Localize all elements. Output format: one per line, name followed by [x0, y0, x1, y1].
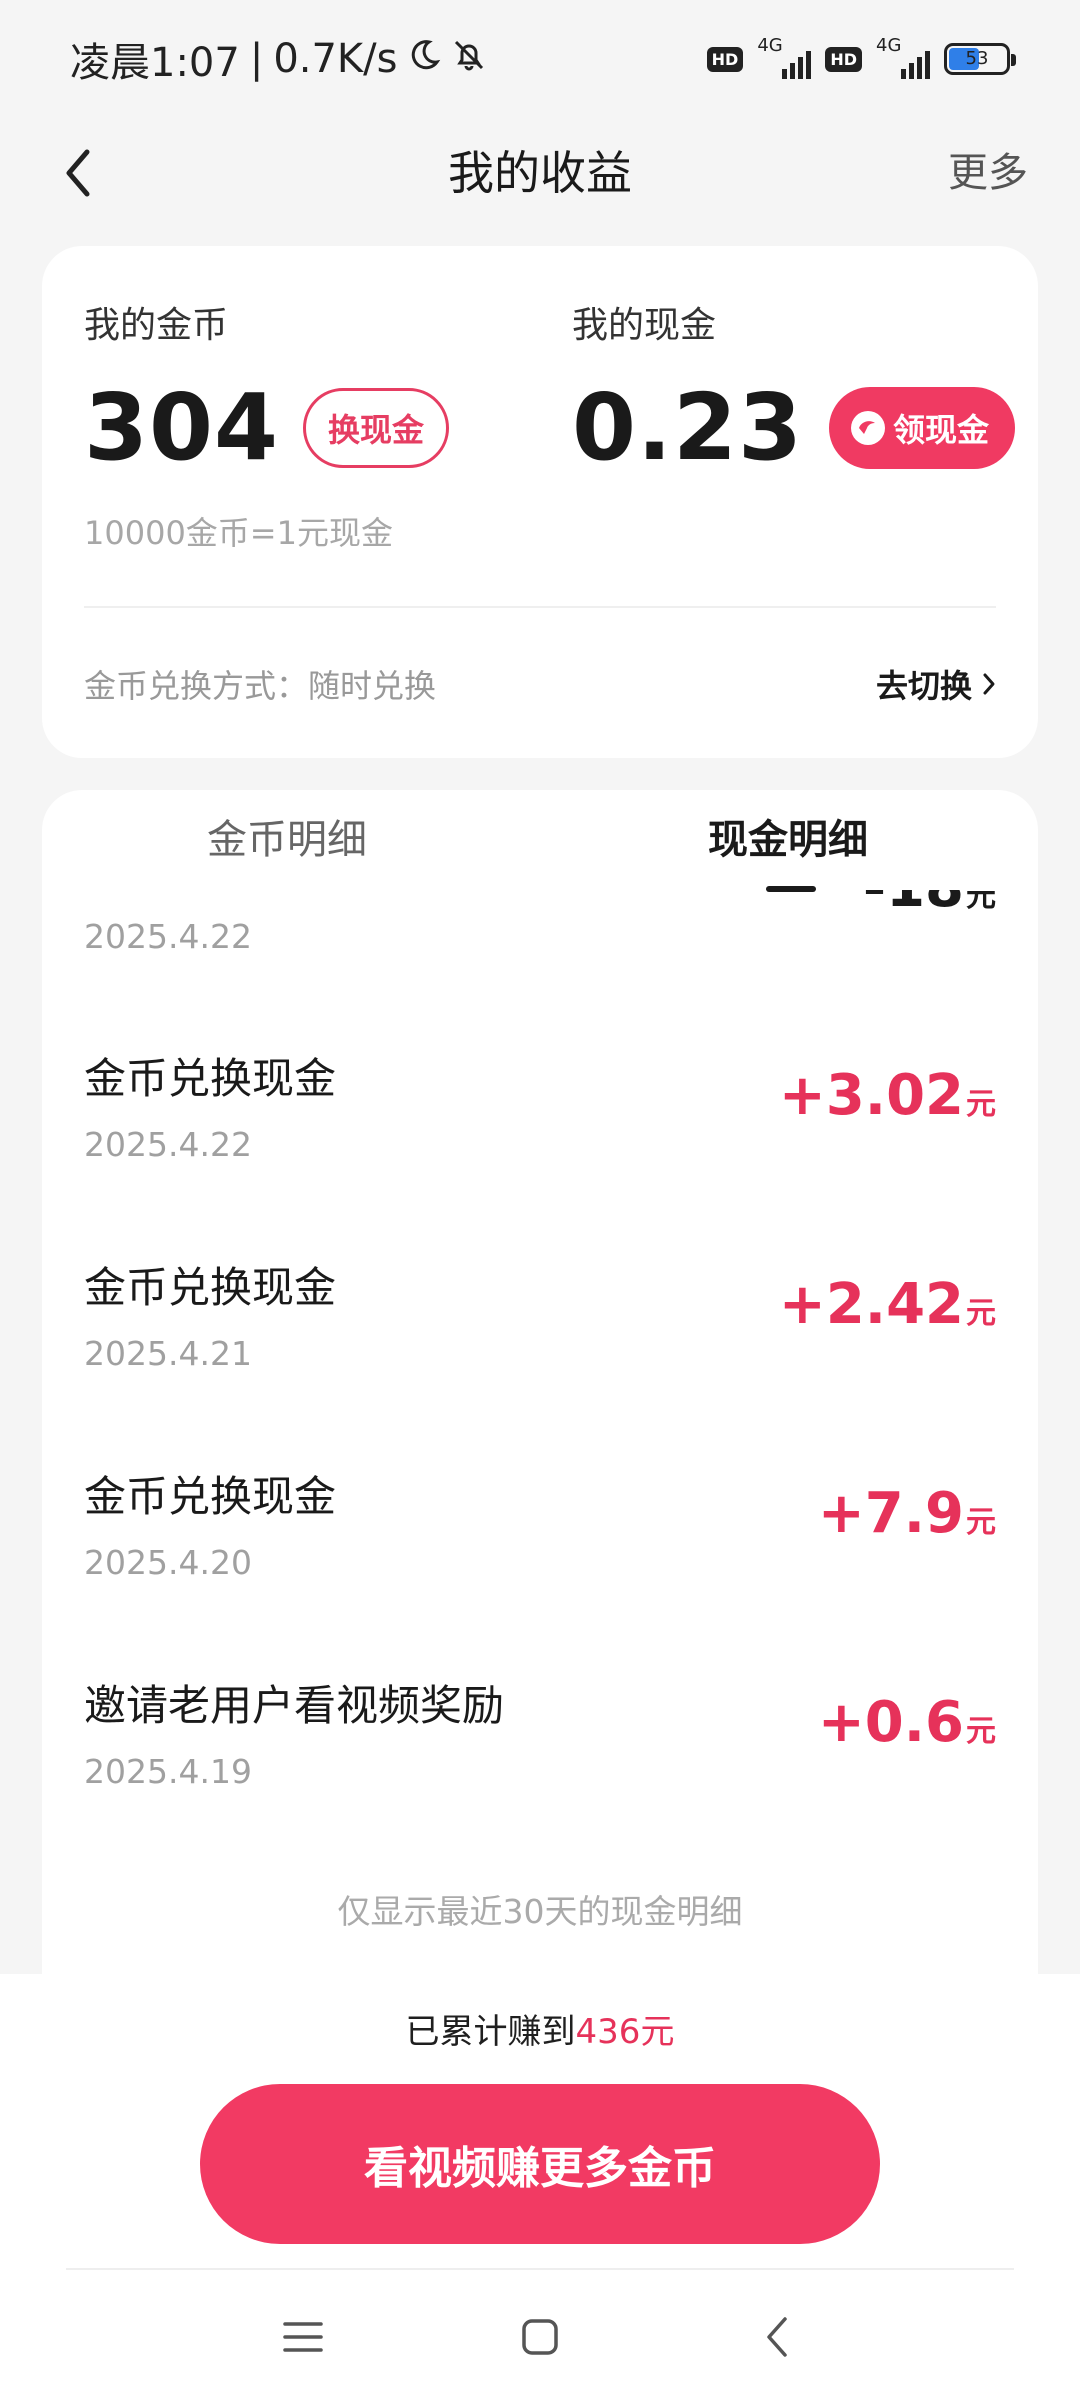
list-item: 成功领现金 2025.4.22 -18元	[42, 890, 1038, 1007]
watch-video-button[interactable]: 看视频赚更多金币	[200, 2084, 880, 2244]
list-item: 金币兑换现金 2025.4.22 +3.02 元	[42, 1005, 1038, 1215]
transaction-amount: +0.6 元	[818, 1690, 996, 1755]
detail-tabs: 金币明细 现金明细	[42, 790, 1038, 892]
amount-unit: 元	[966, 1296, 996, 1331]
chevron-right-icon	[983, 673, 995, 695]
transaction-date: 2025.4.19	[84, 1752, 252, 1791]
bell-muted-icon	[451, 37, 487, 82]
coin-section: 我的金币 304 换现金	[84, 296, 450, 481]
signal-icon: 4G	[876, 35, 930, 79]
amount-value: +7.9	[817, 1481, 964, 1546]
switch-mode-link[interactable]: 去切换	[876, 661, 996, 707]
withdraw-cash-label: 领现金	[893, 410, 990, 449]
home-button[interactable]	[505, 2302, 575, 2372]
exchange-mode-label: 金币兑换方式：随时兑换	[84, 667, 437, 705]
menu-icon	[283, 2322, 323, 2352]
transaction-list[interactable]: 成功领现金 2025.4.22 -18元 金币兑换现金 2025.4.22 +3…	[42, 890, 1038, 2010]
amount-value: -18	[863, 890, 964, 920]
top-nav: 我的收益 更多	[0, 118, 1080, 228]
battery-icon: 53	[944, 43, 1016, 75]
transaction-amount: +2.42 元	[779, 1272, 996, 1337]
network-type: 4G	[757, 35, 783, 56]
more-button[interactable]: 更多	[948, 118, 1028, 228]
amount-value: +2.42	[778, 1272, 964, 1337]
list-item: 金币兑换现金 2025.4.21 +2.42 元	[42, 1214, 1038, 1424]
transaction-amount: +7.9 元	[818, 1481, 996, 1546]
status-bar: 凌晨1:07 | 0.7K/s HD 4G HD 4G 53	[0, 0, 1080, 118]
list-item: 金币兑换现金 2025.4.20 +7.9 元	[42, 1423, 1038, 1633]
moon-icon	[407, 38, 441, 81]
page-title: 我的收益	[448, 146, 632, 200]
transaction-date: 2025.4.20	[84, 1543, 252, 1582]
exchange-cash-button[interactable]: 换现金	[303, 387, 450, 468]
list-footer-note: 仅显示最近30天的现金明细	[337, 1892, 743, 1931]
hd-badge: HD	[825, 46, 862, 72]
total-earned: 已累计赚到436元	[0, 2004, 1080, 2053]
divider	[84, 606, 996, 608]
transaction-title: 邀请老用户看视频奖励	[84, 1681, 505, 1730]
amount-unit: 元	[966, 1505, 996, 1540]
coin-label: 我的金币	[84, 305, 229, 346]
network-type: 4G	[876, 35, 902, 56]
details-card: 金币明细 现金明细 成功领现金 2025.4.22 -18元 金币兑换现金 20…	[42, 790, 1038, 2010]
total-earned-prefix: 已累计赚到	[405, 2012, 576, 2052]
status-separator: |	[249, 36, 264, 82]
hd-badge: HD	[706, 46, 744, 72]
transaction-date: 2025.4.21	[84, 1334, 252, 1373]
system-nav-bar	[0, 2270, 1080, 2400]
transaction-date: 2025.4.22	[84, 1125, 252, 1164]
coin-balance: 304	[84, 374, 280, 481]
amount-unit: 元	[966, 890, 996, 914]
total-earned-amount: 436元	[575, 2012, 675, 2052]
system-back-button[interactable]	[742, 2302, 812, 2372]
exchange-mode-row: 金币兑换方式：随时兑换 去切换	[84, 646, 996, 722]
signal-icon: 4G	[757, 35, 812, 79]
cash-balance: 0.23	[572, 374, 803, 481]
amount-unit: 元	[966, 1087, 996, 1122]
switch-mode-label: 去切换	[875, 667, 972, 705]
status-right: HD 4G HD 4G 53	[706, 35, 1016, 79]
exchange-rate-note: 10000金币=1元现金	[84, 514, 393, 552]
back-icon	[767, 2317, 787, 2357]
tab-cash-details[interactable]: 现金明细	[708, 790, 868, 890]
amount-value: +0.6	[817, 1690, 964, 1755]
status-left: 凌晨1:07 | 0.7K/s	[70, 30, 487, 88]
transaction-amount: -18元	[863, 890, 996, 920]
list-item: 邀请老用户看视频奖励 2025.4.19 +0.6 元	[42, 1632, 1038, 1842]
status-time: 凌晨1:07	[70, 40, 240, 86]
transaction-title: 金币兑换现金	[84, 1263, 337, 1312]
withdraw-cash-button[interactable]: 领现金	[829, 386, 1016, 469]
tab-coin-details[interactable]: 金币明细	[207, 790, 367, 890]
battery-level: 53	[965, 48, 989, 69]
transaction-title: 金币兑换现金	[84, 1054, 337, 1103]
transaction-date: 2025.4.22	[84, 917, 252, 956]
menu-button[interactable]	[268, 2302, 338, 2372]
amount-unit: 元	[966, 1714, 996, 1749]
transaction-title: 成功领现金	[84, 890, 294, 898]
cash-section: 我的现金 0.23 领现金	[572, 296, 1016, 481]
earnings-summary-card: 我的金币 304 换现金 我的现金 0.23 领现金 10000金币=1元现金 …	[42, 246, 1038, 758]
bottom-panel: 已累计赚到436元 看视频赚更多金币	[0, 1974, 1080, 2400]
transaction-title: 金币兑换现金	[84, 1472, 337, 1521]
status-speed: 0.7K/s	[273, 36, 398, 82]
amount-value: +3.02	[778, 1063, 964, 1128]
wallet-icon	[851, 410, 885, 445]
cash-label: 我的现金	[572, 305, 717, 346]
transaction-amount: +3.02 元	[779, 1063, 996, 1128]
home-icon	[522, 2319, 558, 2355]
